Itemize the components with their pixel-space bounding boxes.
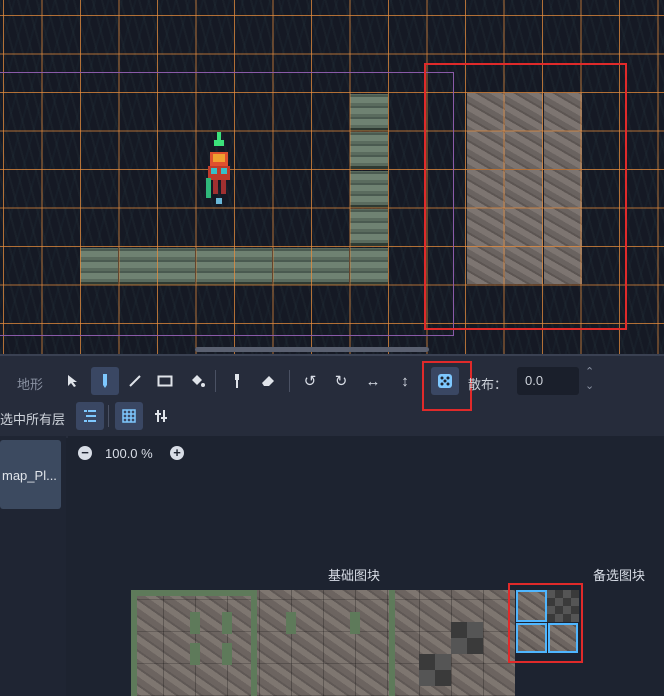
atlas-pillar: [286, 612, 296, 634]
toolbar-separator: [108, 405, 109, 427]
tools-icon: [155, 410, 167, 422]
atlas-pillar: [190, 612, 200, 634]
eraser-icon: [262, 376, 274, 386]
zoom-out-icon: −: [81, 445, 89, 460]
zoom-in-icon: +: [173, 445, 181, 460]
eraser-tool-button[interactable]: [254, 367, 282, 395]
scatter-spinner[interactable]: ⌃ ⌄: [584, 365, 598, 395]
line-icon: [129, 375, 141, 387]
source-name: map_Pl...: [2, 468, 57, 483]
zoom-in-button[interactable]: +: [170, 446, 184, 460]
flip-vertical-icon: ↕: [401, 372, 409, 390]
base-tiles-label: 基础图块: [328, 568, 381, 583]
atlas-pillar: [222, 643, 232, 665]
picker-tool-button[interactable]: [223, 367, 251, 395]
layers-toggle-button[interactable]: [76, 402, 104, 430]
toolbar-separator: [289, 370, 290, 392]
atlas-wall-edge: [251, 590, 257, 696]
atlas-pillar: [190, 643, 200, 665]
flip-horizontal-button[interactable]: ↔: [359, 367, 387, 395]
list-item[interactable]: map_Pl...: [0, 440, 61, 509]
arrow-pointer-icon: [68, 375, 77, 387]
line-tool-button[interactable]: [121, 367, 149, 395]
atlas-pillar: [222, 612, 232, 634]
chevron-up-icon[interactable]: ⌃: [585, 365, 594, 378]
highlight-alternative-tiles: [508, 583, 583, 663]
flip-vertical-button[interactable]: ↕: [391, 367, 419, 395]
paint-bucket-icon: [192, 375, 205, 387]
rotate-left-button[interactable]: ↺: [296, 367, 324, 395]
grid-toggle-button[interactable]: [115, 402, 143, 430]
pencil-icon: [103, 374, 107, 388]
rectangle-icon: [157, 375, 173, 387]
player-character-sprite: [206, 132, 230, 204]
highlight-random-toggle: [422, 361, 472, 411]
rotate-right-button[interactable]: ↻: [327, 367, 355, 395]
rotate-left-icon: ↺: [303, 373, 317, 390]
viewport-horizontal-scrollbar[interactable]: [195, 347, 429, 352]
select-tool-button[interactable]: [59, 367, 87, 395]
scatter-value: 0.0: [525, 373, 544, 388]
eyedropper-icon: [235, 374, 239, 388]
rect-tool-button[interactable]: [151, 367, 179, 395]
scatter-label: 散布：: [468, 377, 508, 392]
rotate-right-icon: ↻: [334, 373, 348, 390]
zoom-level: 100.0 %: [105, 446, 153, 461]
atlas-wall-edge: [389, 590, 395, 696]
atlas-wall-edge: [131, 590, 255, 596]
grid-icon: [122, 409, 136, 423]
paint-tool-button[interactable]: [91, 367, 119, 395]
zoom-out-button[interactable]: −: [78, 446, 92, 460]
toolbar-separator: [215, 370, 216, 392]
atlas-pillar: [350, 612, 360, 634]
flip-horizontal-icon: ↔: [365, 372, 381, 390]
layers-list-icon: [84, 410, 96, 422]
scene-viewport[interactable]: [0, 0, 664, 354]
tab-terrain[interactable]: 地形: [17, 374, 43, 393]
highlight-rock-area: [424, 63, 627, 330]
chevron-down-icon[interactable]: ⌄: [585, 379, 594, 392]
scatter-input[interactable]: 0.0: [517, 367, 579, 395]
alternative-tiles-label: 备选图块: [593, 568, 646, 583]
atlas-wall-edge: [131, 590, 137, 696]
bucket-fill-tool-button[interactable]: [183, 367, 211, 395]
tilemap-settings-button[interactable]: [147, 402, 175, 430]
highlight-all-layers-label: 选中所有层: [0, 412, 66, 427]
